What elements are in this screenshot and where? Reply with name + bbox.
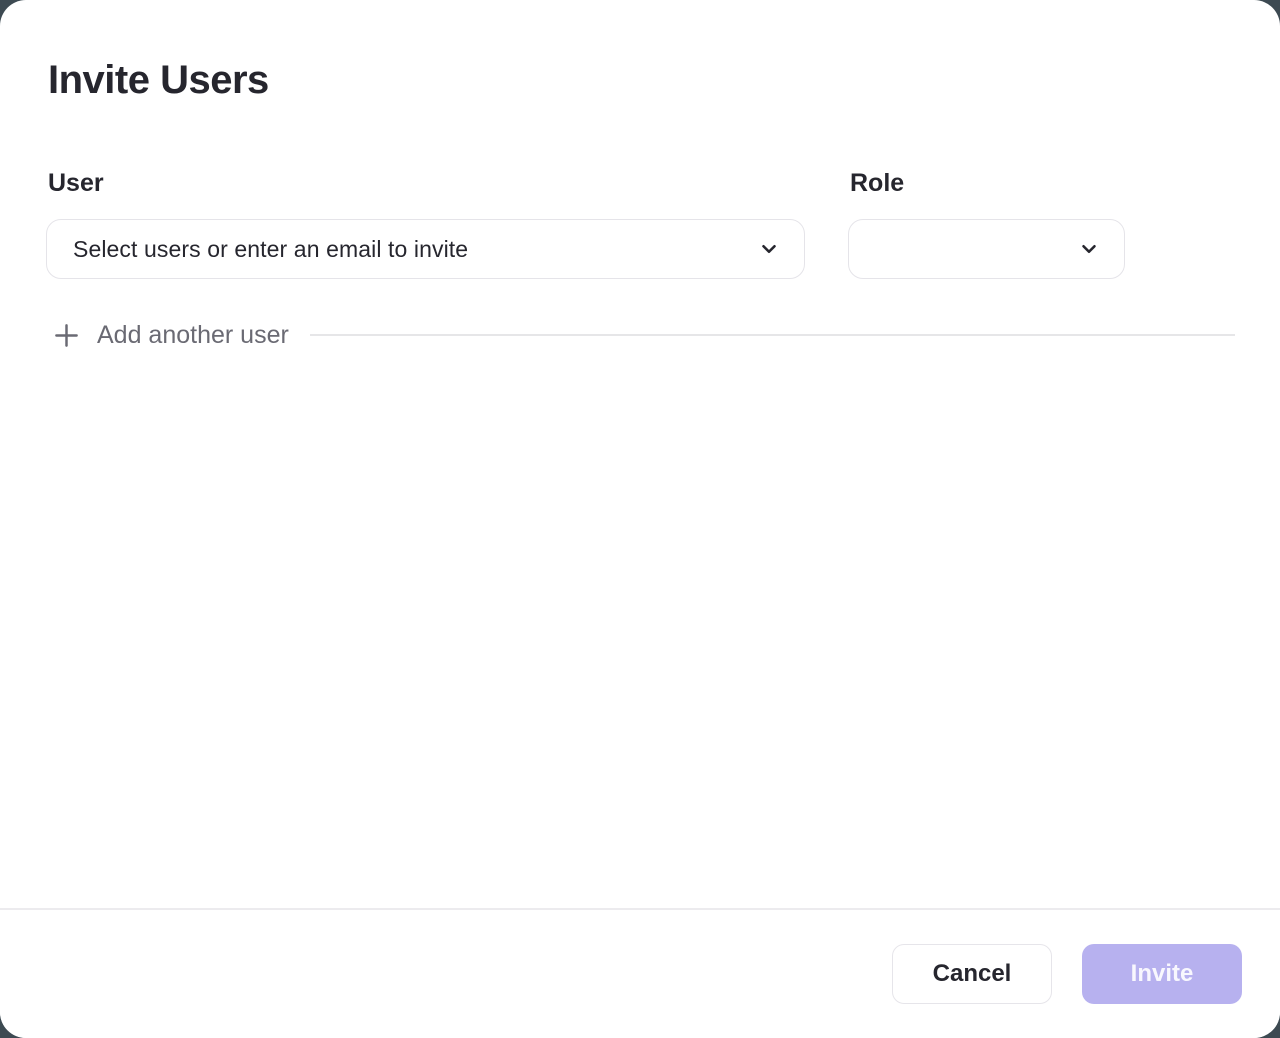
role-select[interactable]: [848, 219, 1125, 279]
add-another-user-row: Add another user: [46, 305, 1235, 365]
invite-button[interactable]: Invite: [1082, 944, 1242, 1004]
modal-title: Invite Users: [48, 56, 1235, 104]
modal-footer: Cancel Invite: [0, 908, 1280, 1038]
user-select[interactable]: Select users or enter an email to invite: [46, 219, 805, 279]
role-field-group: Role: [848, 168, 1125, 279]
role-label: Role: [850, 168, 1125, 198]
invite-users-modal: Invite Users User Select users or enter …: [0, 0, 1280, 1038]
divider-line: [310, 334, 1235, 336]
chevron-down-icon: [758, 238, 780, 260]
invite-fields-row: User Select users or enter an email to i…: [46, 168, 1235, 279]
user-field-group: User Select users or enter an email to i…: [46, 168, 805, 279]
add-another-user-label: Add another user: [97, 321, 289, 350]
modal-body: Invite Users User Select users or enter …: [0, 56, 1280, 365]
user-select-placeholder: Select users or enter an email to invite: [73, 236, 758, 263]
chevron-down-icon: [1078, 238, 1100, 260]
cancel-button[interactable]: Cancel: [892, 944, 1052, 1004]
user-label: User: [48, 168, 805, 198]
plus-icon: [53, 322, 80, 349]
add-another-user-button[interactable]: Add another user: [53, 321, 289, 350]
